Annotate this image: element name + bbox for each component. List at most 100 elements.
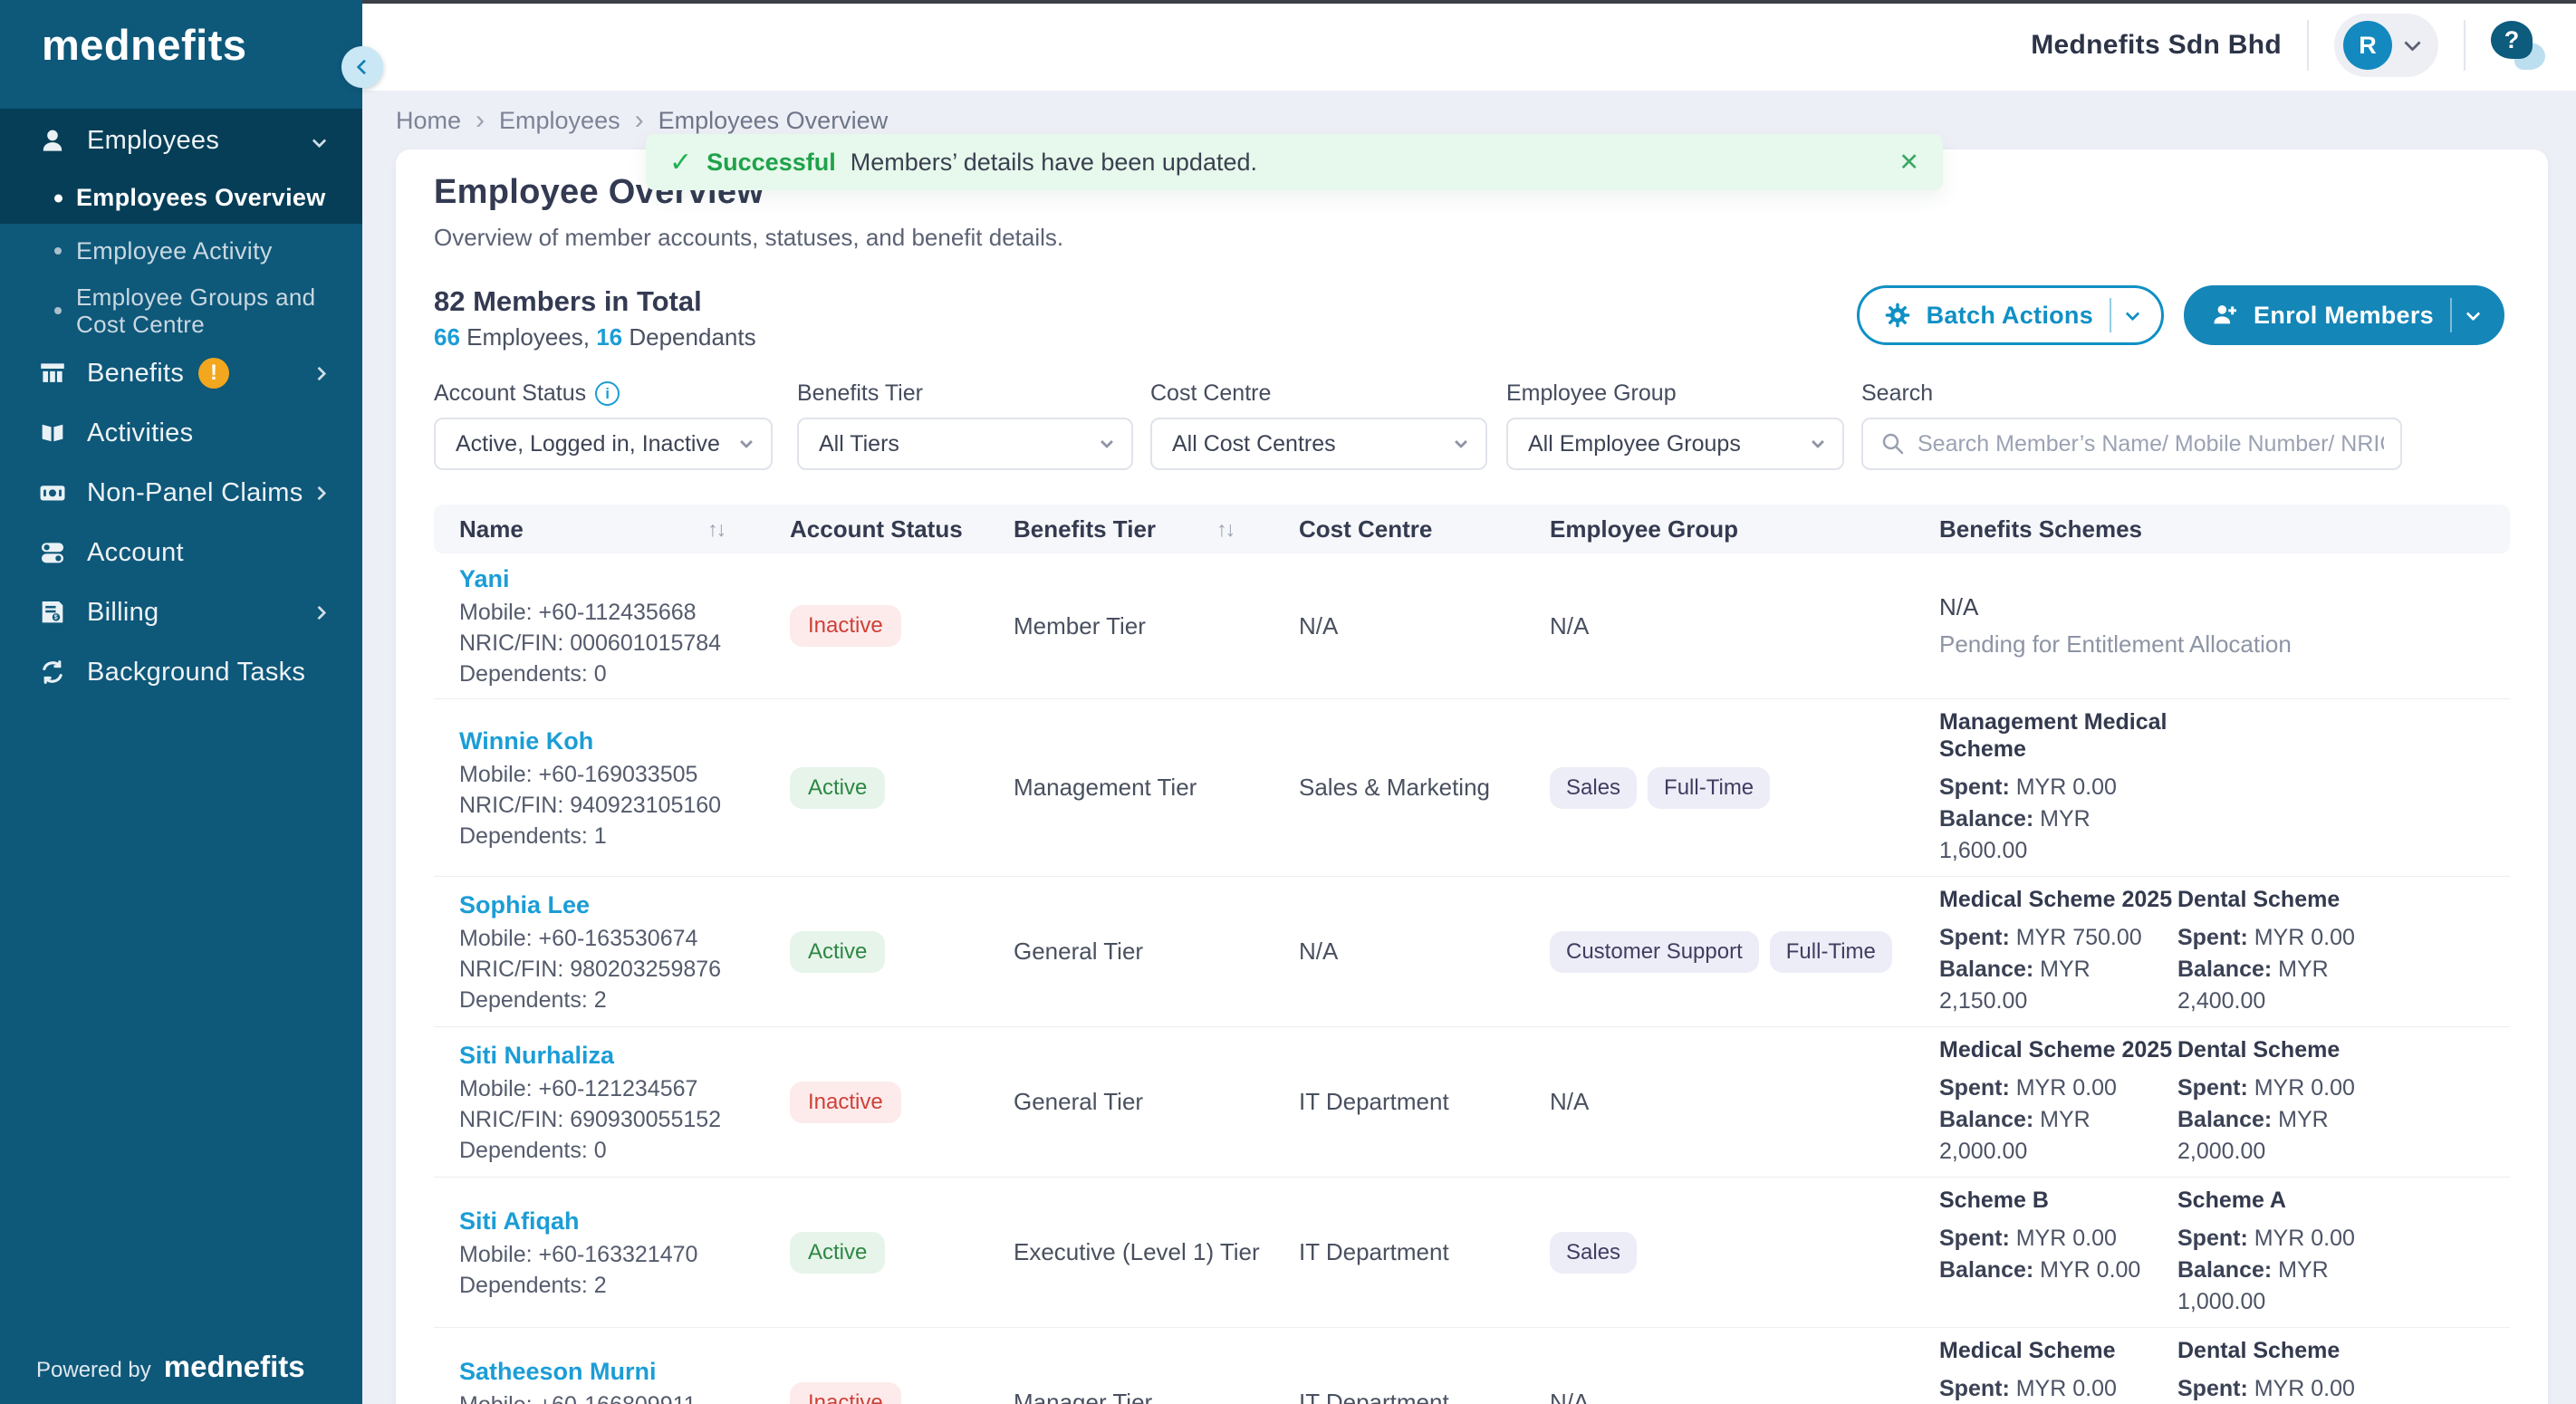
person-add-icon — [2210, 301, 2239, 330]
employee-group-cell: N/A — [1524, 612, 1914, 640]
employee-group-text: N/A — [1550, 1389, 1914, 1404]
scheme-spent: Spent: MYR 0.00 — [1939, 1072, 2177, 1104]
status-badge: Inactive — [790, 605, 901, 647]
table-row[interactable]: YaniMobile: +60-112435668NRIC/FIN: 00060… — [434, 553, 2510, 698]
sidebar-item-billing[interactable]: $ Billing — [0, 582, 362, 642]
toast-status: Successful — [706, 149, 836, 177]
member-name-link[interactable]: Sophia Lee — [459, 889, 764, 921]
member-detail: Dependents: 0 — [459, 659, 764, 689]
table-row[interactable]: Sophia LeeMobile: +60-163530674NRIC/FIN:… — [434, 876, 2510, 1026]
scheme-spent: Spent: MYR 0.00 — [1939, 1373, 2177, 1404]
sort-arrows-icon[interactable]: ↑↓ — [1216, 517, 1234, 542]
search-input[interactable] — [1918, 431, 2384, 457]
scheme-name: Scheme B — [1939, 1187, 2177, 1214]
chevron-right-icon — [312, 366, 327, 380]
account-status-select[interactable]: Active, Logged in, Inactive — [434, 418, 773, 470]
employee-group-tag: Full-Time — [1648, 767, 1770, 809]
benefits-tier-cell: Management Tier — [988, 774, 1274, 802]
breadcrumb-home[interactable]: Home — [396, 107, 461, 135]
powered-by-label: Powered by — [36, 1358, 151, 1383]
sidebar-item-employee-activity[interactable]: Employee Activity — [0, 224, 362, 278]
sidebar-item-activities[interactable]: Activities — [0, 403, 362, 463]
toast-message: Members’ details have been updated. — [851, 149, 1257, 177]
members-counts: 66 Employees, 16 Dependants — [434, 323, 756, 351]
employee-group-tag: Sales — [1550, 1232, 1637, 1274]
filter-cost-centre: Cost Centre All Cost Centres — [1150, 380, 1487, 470]
batch-actions-button[interactable]: Batch Actions — [1857, 285, 2164, 345]
sidebar-item-account[interactable]: Account — [0, 523, 362, 582]
scheme-block: Medical SchemeSpent: MYR 0.00Balance: MY… — [1939, 1337, 2177, 1404]
chevron-down-icon — [1101, 436, 1113, 448]
cost-centre-select[interactable]: All Cost Centres — [1150, 418, 1487, 470]
table-body: YaniMobile: +60-112435668NRIC/FIN: 00060… — [434, 553, 2510, 1404]
sidebar-item-label: Employee Activity — [76, 237, 273, 265]
question-icon: ? — [2491, 21, 2533, 59]
window-top-edge — [362, 0, 2576, 4]
account-status-cell: Active — [764, 1232, 988, 1274]
sidebar-item-employees-overview[interactable]: Employees Overview — [0, 172, 362, 224]
scheme-name: Scheme A — [2177, 1187, 2416, 1214]
sidebar-item-benefits[interactable]: Benefits ! — [0, 343, 362, 403]
warning-badge-icon: ! — [198, 358, 229, 389]
sidebar-item-label: Employees — [87, 126, 219, 156]
enrol-members-button[interactable]: Enrol Members — [2184, 285, 2504, 345]
info-icon[interactable]: i — [595, 381, 620, 406]
benefits-tier-cell: Member Tier — [988, 612, 1274, 640]
sidebar-item-employees[interactable]: Employees — [0, 109, 362, 172]
member-detail: NRIC/FIN: 690930055152 — [459, 1104, 764, 1135]
scheme-spent: Spent: MYR 0.00 — [1939, 772, 2177, 803]
sidebar-item-label: Activities — [87, 418, 193, 448]
status-badge: Inactive — [790, 1082, 901, 1123]
help-button[interactable]: ? — [2491, 19, 2545, 72]
chevron-down-icon — [1455, 436, 1467, 448]
scheme-block: Scheme BSpent: MYR 0.00Balance: MYR 0.00 — [1939, 1187, 2177, 1286]
employee-group-select[interactable]: All Employee Groups — [1506, 418, 1844, 470]
member-name-link[interactable]: Winnie Koh — [459, 725, 764, 757]
dependants-count: 16 — [596, 323, 622, 351]
user-menu[interactable]: R — [2334, 14, 2438, 77]
brand-logo: mednefits — [42, 20, 247, 70]
member-name-link[interactable]: Siti Afiqah — [459, 1205, 764, 1237]
dependants-count-label: Dependants — [622, 323, 755, 351]
search-box — [1861, 418, 2402, 470]
table-row[interactable]: Satheeson MurniMobile: +60-166809911Depe… — [434, 1327, 2510, 1404]
cost-centre-cell: N/A — [1274, 612, 1524, 640]
sidebar-item-background-tasks[interactable]: Background Tasks — [0, 642, 362, 702]
divider — [2307, 20, 2309, 71]
cost-centre-cell: IT Department — [1274, 1238, 1524, 1266]
member-detail: Dependents: 0 — [459, 1135, 764, 1166]
member-detail: Mobile: +60-121234567 — [459, 1073, 764, 1104]
select-value: All Tiers — [819, 431, 899, 457]
sidebar-item-non-panel-claims[interactable]: Non-Panel Claims — [0, 463, 362, 523]
chevron-down-icon — [2126, 306, 2140, 321]
member-detail: Mobile: +60-112435668 — [459, 597, 764, 628]
sort-arrows-icon[interactable]: ↑↓ — [707, 517, 725, 542]
breadcrumb-employees[interactable]: Employees — [499, 107, 620, 135]
table-row[interactable]: Siti NurhalizaMobile: +60-121234567NRIC/… — [434, 1026, 2510, 1177]
scheme-block: Dental SchemeSpent: MYR 0.00Balance: MYR… — [2177, 1337, 2416, 1404]
scheme-balance: Balance: MYR 2,150.00 — [1939, 954, 2177, 1017]
table-row[interactable]: Winnie KohMobile: +60-169033505NRIC/FIN:… — [434, 698, 2510, 876]
member-detail: NRIC/FIN: 000601015784 — [459, 628, 764, 659]
avatar[interactable]: R — [2343, 21, 2392, 70]
close-icon[interactable]: ✕ — [1898, 149, 1919, 177]
sidebar-item-employee-groups-cost-centre[interactable]: Employee Groups and Cost Centre — [0, 278, 362, 343]
account-status-cell: Active — [764, 931, 988, 973]
sidebar-collapse-button[interactable] — [341, 46, 383, 88]
table-row[interactable]: Siti AfiqahMobile: +60-163321470Dependen… — [434, 1177, 2510, 1327]
employee-group-text: N/A — [1550, 612, 1914, 640]
filter-search: Search — [1861, 380, 2402, 470]
scheme-na-block: N/APending for Entitlement Allocation — [1939, 593, 2292, 659]
benefits-tier-select[interactable]: All Tiers — [797, 418, 1133, 470]
member-name-link[interactable]: Yani — [459, 563, 764, 595]
sidebar: mednefits Employees Employees Overview E… — [0, 0, 362, 1404]
scheme-balance: Balance: MYR 2,000.00 — [1939, 1104, 2177, 1168]
member-name-link[interactable]: Siti Nurhaliza — [459, 1039, 764, 1072]
employee-group-cell: N/A — [1524, 1389, 1914, 1404]
sidebar-nav: Employees Employees Overview Employee Ac… — [0, 109, 362, 702]
member-detail: Dependents: 2 — [459, 985, 764, 1015]
status-badge: Inactive — [790, 1382, 901, 1404]
member-name-link[interactable]: Satheeson Murni — [459, 1355, 764, 1388]
filter-employee-group: Employee Group All Employee Groups — [1506, 380, 1844, 470]
employee-group-cell: N/A — [1524, 1088, 1914, 1116]
